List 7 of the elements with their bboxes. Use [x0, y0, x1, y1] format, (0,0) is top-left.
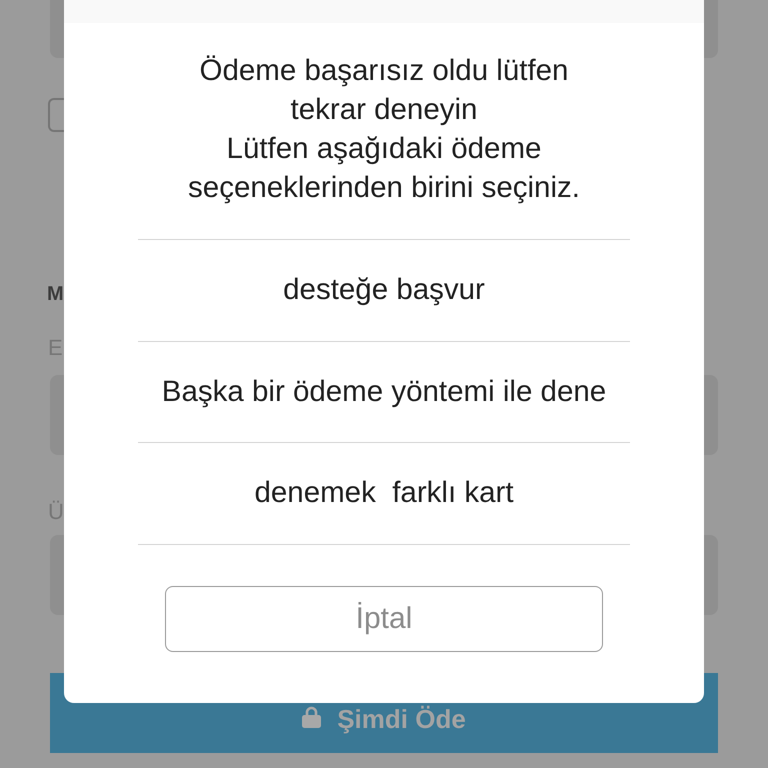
lock-icon	[302, 706, 322, 728]
option-item[interactable]: desteğe başvur	[279, 270, 489, 310]
option-item[interactable]: Başka bir ödeme yöntemi ile dene	[158, 372, 610, 412]
option-item[interactable]: denemek farklı kart	[250, 473, 518, 514]
message-text: Ödeme başarısız oldu lütfen tekrar deneyin	[198, 53, 570, 128]
message-text: Lütfen aşağıdaki ödeme seçeneklerinden birini seçiniz.	[187, 131, 581, 206]
section-heading: M	[47, 282, 64, 307]
